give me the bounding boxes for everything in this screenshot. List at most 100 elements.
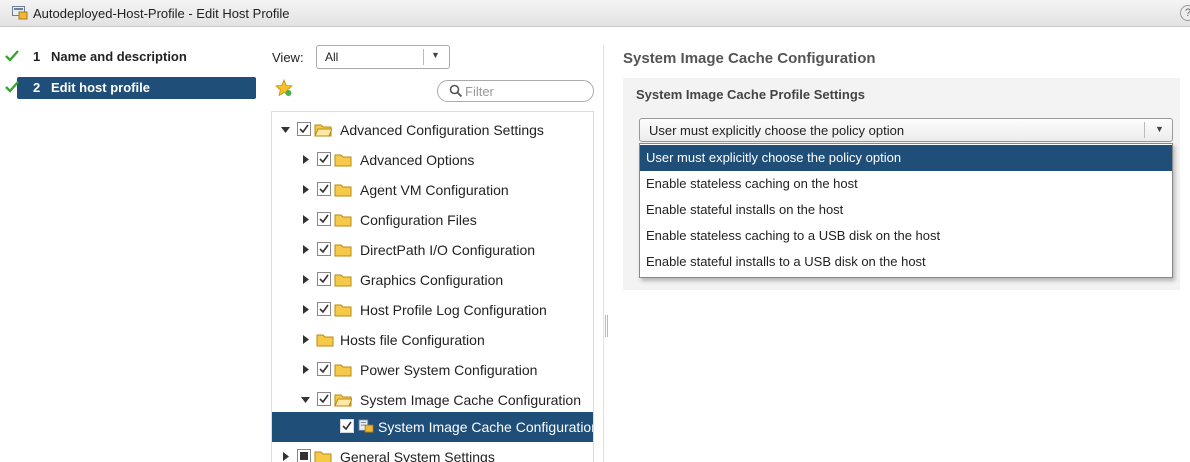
folder-icon [334,244,352,257]
policy-option-item[interactable]: User must explicitly choose the policy o… [640,145,1172,171]
policy-option-item[interactable]: Enable stateful installs to a USB disk o… [640,249,1172,275]
expand-toggle-icon[interactable] [281,125,290,134]
dropdown-divider [423,49,424,65]
window-title: Autodeployed-Host-Profile - Edit Host Pr… [33,6,290,21]
tree-node-label: DirectPath I/O Configuration [360,242,536,258]
policy-option-label: Enable stateful installs on the host [646,202,844,217]
chevron-down-icon: ▼ [431,50,440,60]
expand-toggle-icon[interactable] [301,185,310,194]
favorite-star-icon[interactable] [275,79,293,97]
checkbox[interactable] [317,392,331,406]
folder-open-icon [334,394,352,407]
expand-toggle-icon[interactable] [281,452,290,461]
policy-option-label: Enable stateless caching to a USB disk o… [646,228,941,243]
splitter-grip[interactable] [605,315,608,337]
expand-toggle-icon[interactable] [301,305,310,314]
profile-tree: Advanced Configuration Settings Advanced… [271,111,594,462]
panel-splitter[interactable] [603,45,604,462]
policy-option-item[interactable]: Enable stateless caching on the host [640,171,1172,197]
folder-icon [316,334,334,347]
filter-input[interactable]: Filter [437,80,594,102]
tree-node-hosts-file-configuration[interactable]: Hosts file Configuration [272,325,593,355]
policy-option-label: Enable stateless caching on the host [646,176,858,191]
tree-node-advanced-options[interactable]: Advanced Options [272,145,593,175]
tree-node-label: System Image Cache Configuration [378,419,594,435]
host-profile-icon [12,6,28,20]
expand-toggle-icon[interactable] [301,245,310,254]
folder-icon [334,274,352,287]
checkbox[interactable] [317,272,331,286]
expand-toggle-icon[interactable] [301,365,310,374]
step-label: Name and description [51,49,187,64]
checkbox-partial[interactable] [297,449,311,462]
profile-policy-icon [358,419,374,433]
tree-node-system-image-cache-profile-selected[interactable]: System Image Cache Configuration [272,412,594,442]
view-label: View: [272,50,304,65]
wizard-steps: 1 Name and description 2 Edit host profi… [0,27,263,462]
tree-node-graphics-configuration[interactable]: Graphics Configuration [272,265,593,295]
policy-option-dropdown[interactable]: User must explicitly choose the policy o… [639,118,1173,142]
policy-option-list: User must explicitly choose the policy o… [639,143,1173,278]
tree-node-label: Configuration Files [360,212,477,228]
tree-node-agent-vm-configuration[interactable]: Agent VM Configuration [272,175,593,205]
tree-node-label: General System Settings [340,449,495,462]
checkbox[interactable] [340,419,354,433]
collapse-toggle-icon[interactable] [301,395,310,404]
expand-toggle-icon[interactable] [301,155,310,164]
view-selected-value: All [325,50,339,64]
checkbox[interactable] [317,362,331,376]
checkbox[interactable] [297,122,311,136]
view-dropdown[interactable]: All ▼ [316,45,450,69]
tree-node-system-image-cache-configuration[interactable]: System Image Cache Configuration [272,385,593,415]
policy-option-item[interactable]: Enable stateless caching to a USB disk o… [640,223,1172,249]
step-edit-host-profile[interactable]: 2 Edit host profile [4,77,256,99]
checkbox[interactable] [317,302,331,316]
folder-open-icon [314,124,332,137]
tree-node-label: Graphics Configuration [360,272,504,288]
tree-node-advanced-configuration-settings[interactable]: Advanced Configuration Settings [272,115,593,145]
checkbox[interactable] [317,242,331,256]
help-icon[interactable]: ? [1180,5,1190,21]
tree-node-label: Advanced Options [360,152,475,168]
expand-toggle-icon[interactable] [301,215,310,224]
step-number: 2 [33,80,41,95]
tree-node-configuration-files[interactable]: Configuration Files [272,205,593,235]
tree-node-general-system-settings[interactable]: General System Settings [272,442,593,462]
folder-icon [334,184,352,197]
policy-option-item[interactable]: Enable stateful installs on the host [640,197,1172,223]
checkbox[interactable] [317,182,331,196]
step-name-and-description[interactable]: 1 Name and description [4,46,256,68]
tree-node-host-profile-log-configuration[interactable]: Host Profile Log Configuration [272,295,593,325]
window-title-bar: Autodeployed-Host-Profile - Edit Host Pr… [0,0,1190,27]
tree-node-label: Agent VM Configuration [360,182,509,198]
expand-toggle-icon[interactable] [301,335,310,344]
checkbox[interactable] [317,152,331,166]
tree-node-label: Hosts file Configuration [340,332,485,348]
checkmark-icon [5,81,19,93]
tree-node-label: Advanced Configuration Settings [340,122,544,138]
detail-title: System Image Cache Configuration [623,50,876,67]
folder-icon [334,304,352,317]
tree-node-label: Host Profile Log Configuration [360,302,547,318]
checkbox[interactable] [317,212,331,226]
dropdown-divider [1144,122,1145,138]
expand-toggle-icon[interactable] [301,275,310,284]
policy-option-label: User must explicitly choose the policy o… [646,150,902,165]
policy-selected-value: User must explicitly choose the policy o… [649,123,905,138]
folder-icon [334,154,352,167]
folder-icon [314,451,332,462]
tree-node-power-system-configuration[interactable]: Power System Configuration [272,355,593,385]
step-label: Edit host profile [51,80,150,95]
checkmark-icon [5,50,19,62]
tree-node-label: System Image Cache Configuration [360,392,581,408]
tree-node-label: Power System Configuration [360,362,538,378]
folder-icon [334,364,352,377]
folder-icon [334,214,352,227]
settings-title: System Image Cache Profile Settings [636,87,866,102]
chevron-down-icon: ▼ [1155,124,1164,134]
step-number: 1 [33,49,41,64]
policy-option-label: Enable stateful installs to a USB disk o… [646,254,926,269]
search-icon [449,84,463,98]
filter-placeholder: Filter [465,84,494,99]
tree-node-directpath-io-configuration[interactable]: DirectPath I/O Configuration [272,235,593,265]
